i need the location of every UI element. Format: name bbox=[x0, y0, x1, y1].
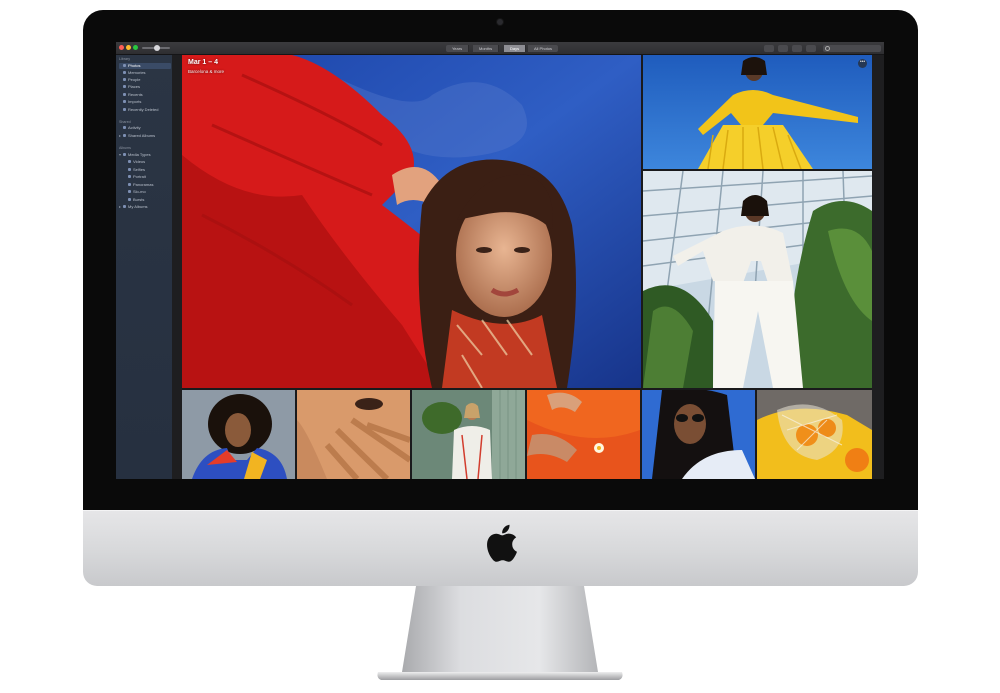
photo-greenhouse-white-outfit[interactable] bbox=[643, 171, 872, 388]
recents-icon bbox=[123, 93, 126, 97]
day-header-date[interactable]: Mar 1 – 4 bbox=[188, 59, 218, 66]
more-options-button[interactable]: ••• bbox=[858, 59, 867, 68]
zoom-slider-knob[interactable] bbox=[154, 45, 160, 51]
bursts-icon bbox=[128, 198, 131, 202]
sidebar-item-people[interactable]: People bbox=[119, 77, 171, 83]
sidebar-item-recently-deleted[interactable]: Recently Deleted bbox=[119, 107, 171, 113]
sidebar-heading-shared: Shared bbox=[119, 120, 131, 124]
apple-logo-icon bbox=[487, 524, 517, 562]
disclosure-triangle-icon[interactable] bbox=[119, 153, 121, 156]
rotate-button[interactable] bbox=[806, 45, 816, 52]
sidebar-heading-library: Library bbox=[119, 57, 130, 61]
photo-orange-hands[interactable] bbox=[527, 390, 640, 479]
sidebar-item-recents[interactable]: Recents bbox=[119, 92, 171, 98]
sidebar-heading-albums: Albums bbox=[119, 146, 131, 150]
slomo-icon bbox=[128, 190, 131, 194]
toolbar: Years Months Days All Photos bbox=[116, 42, 884, 55]
search-input[interactable] bbox=[823, 45, 881, 52]
tab-months[interactable]: Months bbox=[473, 45, 500, 52]
sidebar-item-media-types[interactable]: Media Types bbox=[119, 152, 171, 158]
people-icon bbox=[123, 78, 126, 82]
trash-icon bbox=[123, 108, 126, 112]
activity-icon bbox=[123, 126, 126, 130]
panoramas-icon bbox=[128, 183, 131, 187]
sidebar-item-bursts[interactable]: Bursts bbox=[124, 197, 171, 203]
memories-icon bbox=[123, 71, 126, 75]
disclosure-triangle-icon[interactable] bbox=[119, 205, 121, 208]
media-types-icon bbox=[123, 153, 126, 157]
sidebar-item-activity[interactable]: Activity bbox=[119, 125, 171, 131]
favorite-button[interactable] bbox=[792, 45, 802, 52]
minimize-window-button[interactable] bbox=[126, 45, 131, 50]
photo-grid bbox=[182, 55, 872, 479]
videos-icon bbox=[128, 160, 131, 164]
photos-window: Years Months Days All Photos Library Pho… bbox=[116, 42, 884, 479]
sidebar-item-panoramas[interactable]: Panoramas bbox=[124, 182, 171, 188]
imac-stand bbox=[377, 586, 623, 680]
disclosure-triangle-icon[interactable] bbox=[119, 134, 121, 137]
portrait-icon bbox=[128, 175, 131, 179]
photo-braids-sunglasses[interactable] bbox=[642, 390, 755, 479]
tab-years[interactable]: Years bbox=[446, 45, 470, 52]
sidebar: Library Photos Memories People Places Re… bbox=[116, 55, 172, 479]
photo-flowers-bouquet[interactable] bbox=[412, 390, 525, 479]
photo-curly-hair[interactable] bbox=[182, 390, 295, 479]
photo-large-red-sweater[interactable] bbox=[182, 55, 641, 388]
sidebar-item-places[interactable]: Places bbox=[119, 84, 171, 90]
my-albums-icon bbox=[123, 205, 126, 209]
day-header-location[interactable]: Barcelona & more bbox=[188, 69, 224, 74]
facetime-camera bbox=[497, 19, 503, 25]
sidebar-item-imports[interactable]: Imports bbox=[119, 99, 171, 105]
sidebar-item-slomo[interactable]: Slo-mo bbox=[124, 189, 171, 195]
sidebar-item-selfies[interactable]: Selfies bbox=[124, 167, 171, 173]
sidebar-item-videos[interactable]: Videos bbox=[124, 159, 171, 165]
photo-yellow-dress[interactable] bbox=[643, 55, 872, 169]
photo-oranges-bag[interactable] bbox=[757, 390, 872, 479]
ellipsis-icon: ••• bbox=[859, 59, 866, 65]
photo-sunlight-face[interactable] bbox=[297, 390, 410, 479]
photos-icon bbox=[123, 64, 126, 68]
sidebar-item-shared-albums[interactable]: Shared Albums bbox=[119, 133, 171, 139]
share-button[interactable] bbox=[778, 45, 788, 52]
tab-all-photos[interactable]: All Photos bbox=[528, 45, 559, 52]
close-window-button[interactable] bbox=[119, 45, 124, 50]
places-icon bbox=[123, 85, 126, 89]
sidebar-item-memories[interactable]: Memories bbox=[119, 70, 171, 76]
selfies-icon bbox=[128, 168, 131, 172]
sidebar-item-my-albums[interactable]: My Albums bbox=[119, 204, 171, 210]
shared-albums-icon bbox=[123, 134, 126, 138]
zoom-window-button[interactable] bbox=[133, 45, 138, 50]
search-icon bbox=[825, 46, 830, 51]
sidebar-item-photos[interactable]: Photos bbox=[119, 63, 171, 69]
info-button[interactable] bbox=[764, 45, 774, 52]
imports-icon bbox=[123, 100, 126, 104]
sidebar-item-portrait[interactable]: Portrait bbox=[124, 174, 171, 180]
tab-days[interactable]: Days bbox=[504, 45, 527, 52]
